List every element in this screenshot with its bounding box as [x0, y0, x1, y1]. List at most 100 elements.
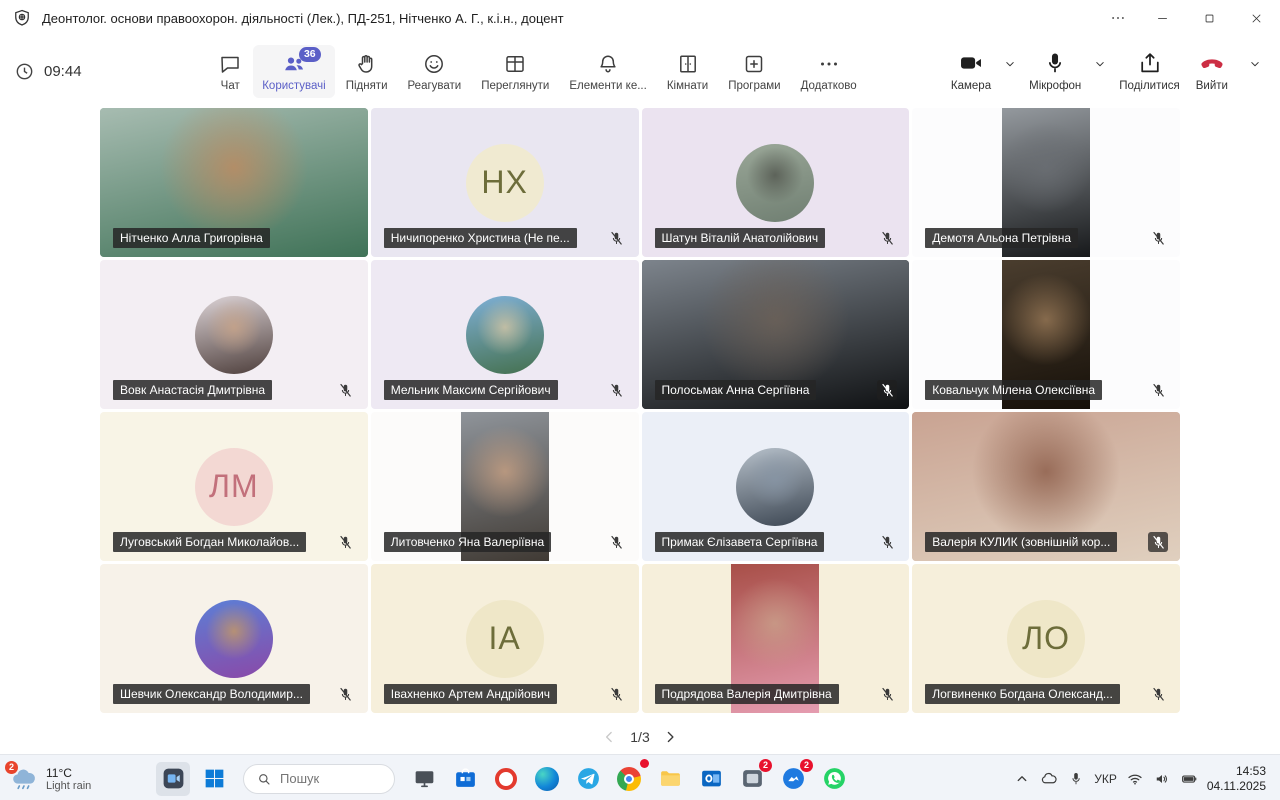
- tray-microphone-icon[interactable]: [1067, 770, 1085, 788]
- participant-tile[interactable]: Подрядова Валерія Дмитрівна: [642, 564, 910, 713]
- taskbar-app-whatsapp[interactable]: [817, 762, 851, 796]
- toolbar-item-react[interactable]: Реагувати: [399, 45, 471, 98]
- taskbar-app-folder[interactable]: [653, 762, 687, 796]
- participant-tile[interactable]: Полосьмак Анна Сергіївна: [642, 260, 910, 409]
- onedrive-cloud-icon[interactable]: [1040, 770, 1058, 788]
- meeting-window: Деонтолог. основи правоохорон. діяльност…: [0, 0, 1280, 754]
- taskbar-clock[interactable]: 14:53 04.11.2025: [1207, 764, 1266, 794]
- search-input[interactable]: [280, 771, 382, 786]
- rooms-icon: [676, 52, 700, 76]
- toolbar-item-rooms[interactable]: Кімнати: [658, 45, 717, 98]
- participant-tile[interactable]: Демотя Альона Петрівна: [912, 108, 1180, 257]
- meeting-app-icon: [160, 766, 186, 792]
- wifi-icon[interactable]: [1126, 770, 1144, 788]
- store-icon: [452, 766, 478, 792]
- participant-avatar: [466, 296, 544, 374]
- mic-muted-icon: [1148, 532, 1168, 552]
- taskbar-apps-right: 22: [407, 762, 851, 796]
- participant-tile[interactable]: Литовченко Яна Валеріївна: [371, 412, 639, 561]
- participant-avatar: [736, 448, 814, 526]
- mic-muted-icon: [607, 532, 627, 552]
- tray-date: 04.11.2025: [1207, 779, 1266, 793]
- stage: Нітченко Алла Григорівна НХНичипоренко Хр…: [0, 108, 1280, 754]
- microphone-label: Мікрофон: [1029, 80, 1081, 92]
- toolbar-item-more[interactable]: Додатково: [792, 45, 866, 98]
- participant-tile[interactable]: ІА Івахненко Артем Андрійович: [371, 564, 639, 713]
- participant-tile[interactable]: Шатун Віталій Анатолійович: [642, 108, 910, 257]
- taskbar-app-display[interactable]: [407, 762, 441, 796]
- maximize-button[interactable]: [1186, 0, 1233, 36]
- participant-tile[interactable]: ЛМЛуговський Богдан Миколайов...: [100, 412, 368, 561]
- participant-tile[interactable]: Примак Єлізавета Сергіївна: [642, 412, 910, 561]
- taskbar-app-messenger[interactable]: 2: [776, 762, 810, 796]
- titlebar-more-icon[interactable]: [1097, 0, 1139, 36]
- weather-widget[interactable]: 2 11°C Light rain: [10, 765, 150, 793]
- taskbar-app-start[interactable]: [197, 762, 231, 796]
- toolbar-item-label: Реагувати: [408, 80, 462, 92]
- participant-tile[interactable]: Мельник Максим Сергійович: [371, 260, 639, 409]
- participant-tile[interactable]: Шевчик Олександр Володимир...: [100, 564, 368, 713]
- next-page-button[interactable]: [662, 728, 680, 746]
- toolbar-item-label: Програми: [728, 80, 780, 92]
- shield-globe-icon: [12, 8, 32, 28]
- leave-options-chevron-icon[interactable]: [1244, 44, 1266, 84]
- toolbar-item-controls[interactable]: Елементи ке...: [560, 45, 655, 98]
- language-indicator[interactable]: УКР: [1094, 772, 1117, 786]
- weather-badge: 2: [5, 761, 18, 774]
- tray-chevron-up-icon[interactable]: [1013, 770, 1031, 788]
- participant-tile[interactable]: Валерія КУЛИК (зовнішній кор...: [912, 412, 1180, 561]
- participant-name: Івахненко Артем Андрійович: [384, 684, 557, 704]
- page-indicator: 1/3: [630, 729, 649, 745]
- leave-call-icon: [1199, 50, 1225, 76]
- close-button[interactable]: [1233, 0, 1280, 36]
- participant-tile[interactable]: НХНичипоренко Христина (Не пе...: [371, 108, 639, 257]
- whatsapp-icon: [821, 766, 847, 792]
- mic-muted-icon: [1148, 228, 1168, 248]
- participant-tile[interactable]: Вовк Анастасія Дмитрівна: [100, 260, 368, 409]
- taskbar-app-telegram[interactable]: [571, 762, 605, 796]
- camera-button[interactable]: Камера: [943, 45, 999, 97]
- participant-tile[interactable]: Нітченко Алла Григорівна: [100, 108, 368, 257]
- display-icon: [411, 766, 437, 792]
- taskbar-app-outlook[interactable]: [694, 762, 728, 796]
- taskbar-app-store[interactable]: [448, 762, 482, 796]
- battery-icon[interactable]: [1180, 770, 1198, 788]
- toolbar-item-label: Кімнати: [667, 80, 708, 92]
- microphone-button[interactable]: Мікрофон: [1021, 45, 1089, 97]
- toolbar-item-label: Користувачі: [262, 80, 325, 92]
- taskbar-app-screen-snip[interactable]: 2: [735, 762, 769, 796]
- participant-initials: НХ: [466, 144, 544, 222]
- toolbar-item-view[interactable]: Переглянути: [472, 45, 558, 98]
- microphone-options-chevron-icon[interactable]: [1089, 44, 1111, 84]
- chrome-icon: [616, 766, 642, 792]
- mic-muted-icon: [336, 380, 356, 400]
- folder-icon: [657, 766, 683, 792]
- microphone-icon: [1042, 50, 1068, 76]
- taskbar-app-opera[interactable]: [489, 762, 523, 796]
- taskbar-app-chrome[interactable]: [612, 762, 646, 796]
- mic-muted-icon: [877, 228, 897, 248]
- toolbar-item-label: Підняти: [346, 80, 388, 92]
- share-button[interactable]: Поділитися: [1111, 45, 1187, 97]
- toolbar-item-apps[interactable]: Програми: [719, 45, 789, 98]
- mic-muted-icon: [877, 532, 897, 552]
- toolbar-item-chat[interactable]: Чат: [209, 45, 251, 98]
- camera-options-chevron-icon[interactable]: [999, 44, 1021, 84]
- participant-tile[interactable]: Ковальчук Мілена Олексіївна: [912, 260, 1180, 409]
- minimize-button[interactable]: [1139, 0, 1186, 36]
- taskbar-search[interactable]: [243, 764, 395, 794]
- toolbar-item-participants[interactable]: 36Користувачі: [253, 45, 334, 98]
- participant-name: Подрядова Валерія Дмитрівна: [655, 684, 839, 704]
- toolbar-item-raise-hand[interactable]: Підняти: [337, 45, 397, 98]
- volume-icon[interactable]: [1153, 770, 1171, 788]
- notification-badge: 2: [800, 759, 813, 772]
- leave-button[interactable]: Вийти: [1188, 45, 1236, 97]
- prev-page-button[interactable]: [600, 728, 618, 746]
- participant-tile[interactable]: ЛОЛогвиненко Богдана Олександ...: [912, 564, 1180, 713]
- search-icon: [256, 771, 272, 787]
- taskbar-app-edge[interactable]: [530, 762, 564, 796]
- participant-name: Нітченко Алла Григорівна: [113, 228, 270, 248]
- taskbar-app-meeting-app[interactable]: [156, 762, 190, 796]
- meeting-timer: 09:44: [14, 61, 132, 82]
- participant-initials: ІА: [466, 600, 544, 678]
